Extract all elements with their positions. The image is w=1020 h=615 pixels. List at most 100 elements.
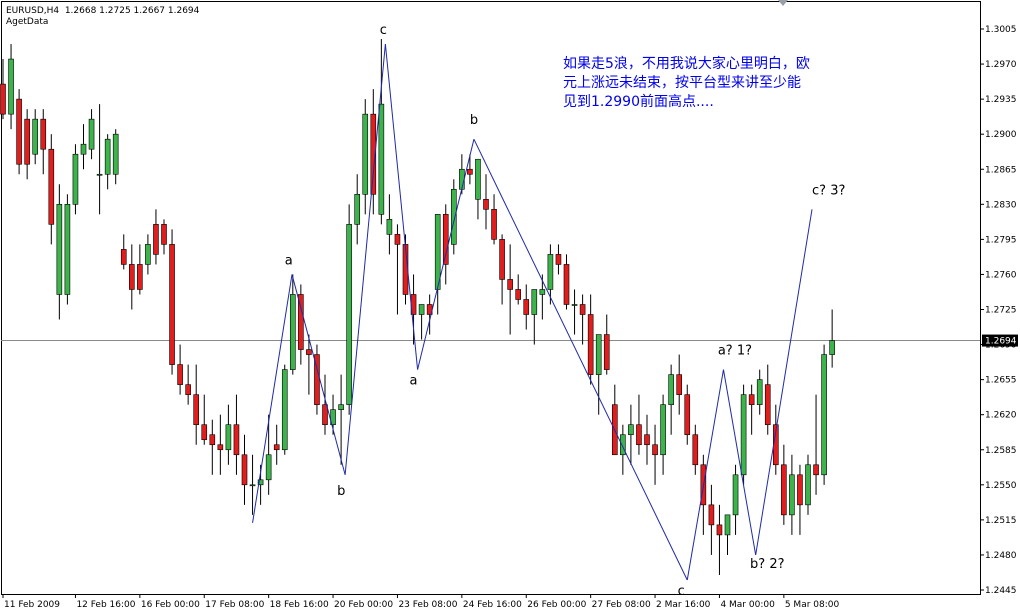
candle — [346, 204, 352, 415]
x-tick-label: 23 Feb 08:00 — [398, 600, 457, 610]
x-tick-label: 17 Feb 08:00 — [205, 600, 264, 610]
x-tick-label: 24 Feb 16:00 — [463, 600, 522, 610]
wave-label: a — [285, 253, 293, 268]
annotation-line: 见到1.2990前面高点.... — [563, 93, 714, 110]
symbol-info: EURUSD,H4 1.2668 1.2725 1.2667 1.2694 — [6, 6, 200, 16]
y-tick-label: 1.2970 — [985, 60, 1017, 70]
candle-body — [805, 464, 811, 506]
wave-label: b — [337, 484, 345, 499]
candle-body — [8, 58, 14, 115]
candle-body — [346, 224, 352, 405]
candle-body — [193, 394, 199, 426]
indicator-label: AgetData — [6, 17, 49, 27]
current-price-label: 1.2694 — [985, 337, 1017, 347]
candle-body — [660, 404, 666, 456]
candle-body — [531, 289, 538, 315]
y-tick-label: 1.2515 — [985, 516, 1017, 526]
y-tick-label: 1.2725 — [985, 306, 1017, 316]
candle-body — [233, 424, 240, 456]
candle — [314, 344, 320, 415]
candle-body — [668, 374, 674, 405]
candle-body — [781, 464, 787, 516]
y-tick-label: 1.2655 — [985, 376, 1017, 386]
candle-body — [281, 369, 288, 451]
candle-body — [829, 340, 835, 355]
candle-body — [579, 304, 586, 315]
candle — [16, 89, 22, 175]
wave-label: a — [410, 374, 418, 389]
y-tick-label: 1.2585 — [985, 446, 1017, 456]
candle-body — [459, 168, 465, 190]
candle-body — [241, 454, 248, 486]
y-tick-label: 1.2445 — [985, 586, 1017, 596]
candle-body — [789, 474, 795, 516]
candle-body — [515, 289, 522, 300]
candle-body — [628, 424, 634, 436]
candle-body — [378, 103, 385, 215]
candle-body — [595, 334, 602, 375]
candle-body — [24, 118, 30, 165]
candle-body — [587, 314, 594, 375]
candle-body — [145, 244, 151, 265]
candle-body — [161, 224, 167, 245]
candle-body — [169, 244, 175, 365]
candle-body — [748, 394, 755, 405]
candle-body — [153, 224, 159, 255]
candle-body — [684, 394, 691, 436]
candle-body — [0, 83, 6, 115]
y-tick-label: 1.2900 — [985, 130, 1017, 140]
annotation-line: 如果走5浪，不用我说大家心里明白，欧 — [563, 55, 810, 72]
candle-body — [201, 424, 208, 441]
candle-body — [88, 118, 95, 150]
candle-body — [708, 504, 715, 526]
candle-body — [225, 424, 232, 451]
candle-body — [80, 143, 87, 155]
candle-body — [209, 434, 216, 446]
candle-body — [620, 434, 626, 456]
candle-body — [120, 249, 127, 265]
candle-body — [362, 113, 369, 195]
candle-body — [185, 384, 191, 395]
plot-frame — [1, 1, 981, 595]
candle-body — [507, 279, 513, 290]
x-tick-label: 12 Feb 16:00 — [76, 600, 135, 610]
x-tick-label: 26 Feb 00:00 — [527, 600, 586, 610]
candle-body — [217, 444, 224, 451]
candle-body — [821, 354, 827, 476]
wave-label: b? 2? — [750, 557, 784, 572]
candle-body — [563, 264, 570, 305]
y-tick-label: 1.2760 — [985, 270, 1017, 280]
candle-body — [676, 374, 683, 395]
candle-body — [603, 334, 610, 370]
y-tick-label: 1.2795 — [985, 235, 1017, 245]
chart-window: 1.3005 1.2970 1.2935 1.2900 1.2865 1.2830 1.27… — [0, 0, 1020, 611]
candle-body — [72, 153, 79, 205]
candle-body — [740, 394, 747, 476]
candle-body — [797, 474, 803, 506]
candle-body — [764, 384, 771, 426]
candle-body — [273, 444, 280, 451]
candle-body — [475, 158, 481, 200]
candle — [72, 144, 79, 215]
candle-body — [129, 264, 135, 290]
candle-body — [249, 484, 256, 487]
candle-body — [64, 204, 71, 295]
candle — [64, 194, 71, 305]
candlestick-chart: 1.3005 1.2970 1.2935 1.2900 1.2865 1.2830 1.27… — [0, 1, 1018, 610]
wave-label: c — [678, 584, 685, 599]
candle-body — [652, 444, 658, 456]
candle-body — [386, 219, 393, 235]
candle-body — [177, 364, 183, 385]
candle-body — [523, 299, 530, 315]
x-tick-label: 16 Feb 00:00 — [141, 600, 200, 610]
chart-shift-marker[interactable] — [778, 0, 788, 6]
candle-body — [354, 193, 361, 225]
candle-body — [16, 98, 22, 165]
candle-body — [483, 199, 489, 210]
candle-body — [96, 173, 103, 176]
y-tick-label: 1.2830 — [985, 200, 1017, 210]
candle-body — [716, 524, 723, 536]
candle-body — [306, 349, 312, 355]
x-tick-label: 20 Feb 00:00 — [334, 600, 393, 610]
candle-body — [813, 464, 819, 476]
